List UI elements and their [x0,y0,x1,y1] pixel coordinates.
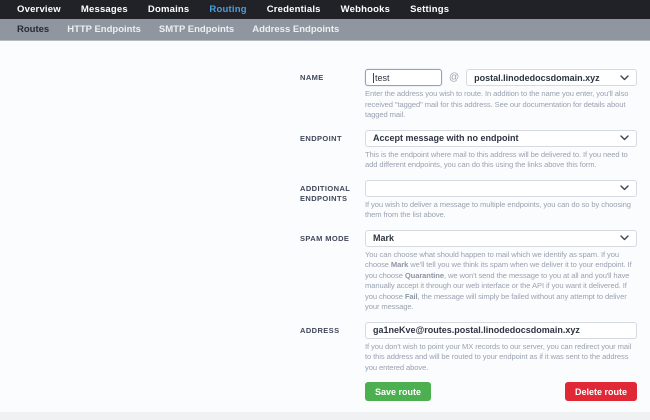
additional-endpoints-select[interactable] [365,179,637,197]
endpoint-help-text: This is the endpoint where mail to this … [365,149,628,170]
subnav-address-endpoints[interactable]: Address Endpoints [252,24,339,35]
domain-select-value: postal.linodedocsdomain.xyz [474,72,600,83]
primary-nav: Overview Messages Domains Routing Creden… [0,0,650,19]
address-input[interactable]: ga1neKve@routes.postal.linodedocsdomain.… [365,321,637,339]
route-editor-page: NAME test @ postal.linodedocsdomain.xyz [0,40,650,412]
name-help-text: Enter the address you wish to route. In … [365,89,629,119]
secondary-nav: Routes HTTP Endpoints SMTP Endpoints Add… [0,19,650,40]
route-form: NAME test @ postal.linodedocsdomain.xyz [0,41,650,401]
subnav-http-endpoints[interactable]: HTTP Endpoints [67,24,141,35]
spam-mode-row: SPAM MODE Mark You can choose what shoul… [300,229,637,313]
nav-routing[interactable]: Routing [209,4,246,15]
nav-webhooks[interactable]: Webhooks [341,4,390,15]
subnav-routes[interactable]: Routes [17,24,49,35]
endpoint-row: ENDPOINT Accept message with no endpoint… [300,129,637,171]
chevron-down-icon [620,135,629,141]
endpoint-select[interactable]: Accept message with no endpoint [365,129,637,147]
additional-endpoints-help-text: If you wish to deliver a message to mult… [365,199,631,220]
name-input-value: test [375,72,390,83]
additional-endpoints-row: ADDITIONAL ENDPOINTS If you wish to deli… [300,179,637,221]
address-help-text: If you don't wish to point your MX recor… [365,341,632,372]
delete-route-button[interactable]: Delete route [564,382,637,401]
name-row: NAME test @ postal.linodedocsdomain.xyz [300,69,637,121]
form-actions: Save route Delete route [365,382,637,401]
spam-mode-help-text: You can choose what should happen to mai… [365,249,632,312]
nav-domains[interactable]: Domains [148,4,190,15]
at-symbol: @ [449,72,460,83]
spam-mode-select-value: Mark [373,233,395,243]
name-label: NAME [300,73,324,82]
chevron-down-icon [620,235,629,241]
spam-mode-select[interactable]: Mark [365,229,637,247]
save-route-button[interactable]: Save route [365,382,432,401]
chevron-down-icon [620,185,629,191]
nav-settings[interactable]: Settings [410,4,449,15]
name-input[interactable]: test [365,69,442,86]
endpoint-label: ENDPOINT [300,133,342,143]
address-row: ADDRESS ga1neKve@routes.postal.linodedoc… [300,321,637,374]
address-label: ADDRESS [300,325,340,335]
subnav-smtp-endpoints[interactable]: SMTP Endpoints [159,24,234,35]
spam-mode-label: SPAM MODE [300,233,350,243]
additional-endpoints-label: ADDITIONAL ENDPOINTS [300,183,351,203]
nav-overview[interactable]: Overview [17,4,61,15]
domain-select[interactable]: postal.linodedocsdomain.xyz [466,69,637,86]
address-input-value: ga1neKve@routes.postal.linodedocsdomain.… [373,325,580,335]
text-caret [373,72,374,83]
nav-messages[interactable]: Messages [81,4,128,15]
nav-credentials[interactable]: Credentials [267,4,321,15]
chevron-down-icon [620,74,629,81]
endpoint-select-value: Accept message with no endpoint [373,133,519,143]
